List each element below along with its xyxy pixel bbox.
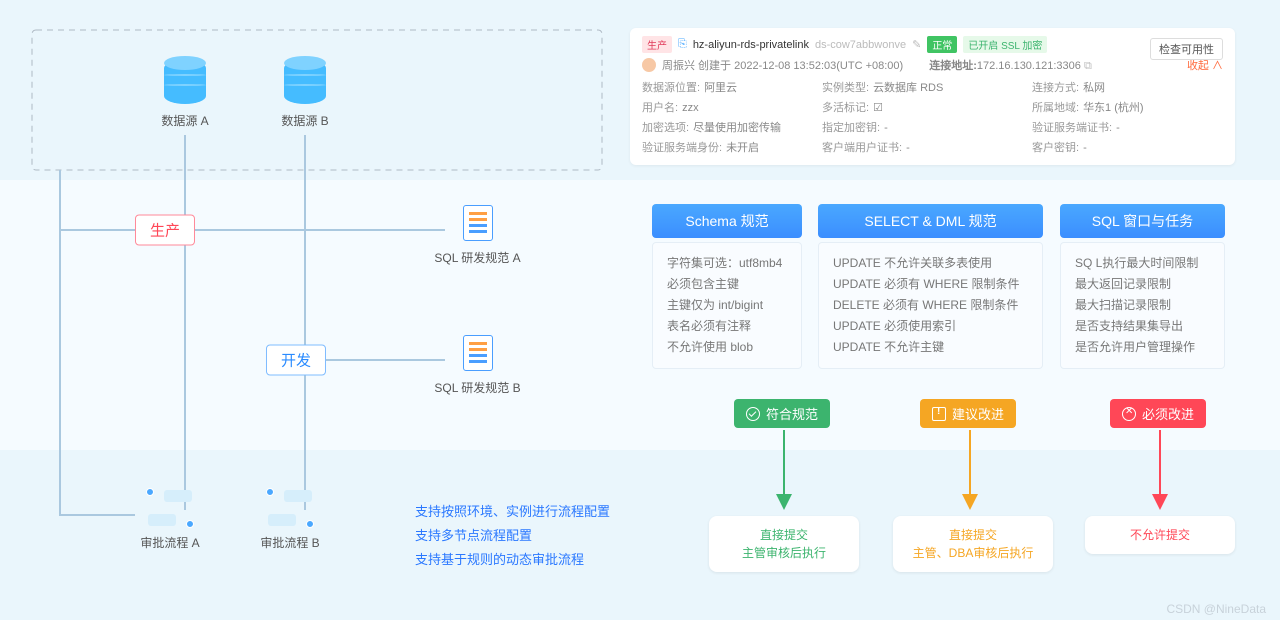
approval-b-label: 审批流程 B — [260, 534, 320, 551]
panel-kv: 实例类型:云数据库 RDS — [822, 79, 1012, 95]
alert-icon — [932, 407, 946, 421]
env-badge: 生产 — [642, 36, 672, 53]
col-schema-body: 字符集可选：utf8mb4必须包含主键主键仅为 int/bigint表名必须有注… — [652, 242, 802, 369]
datasource-detail-panel: 检查可用性 生产 ⎘ hz-aliyun-rds-privatelink ds-… — [630, 28, 1235, 165]
badge-suggest: 建议改进 — [920, 399, 1016, 428]
col-dml-head: SELECT & DML 规范 — [818, 204, 1043, 238]
datasource-a: 数据源 A — [155, 60, 215, 129]
datasource-a-label: 数据源 A — [155, 112, 215, 129]
sql-spec-a: SQL 研发规范 A — [420, 205, 535, 275]
panel-kv: 指定加密钥:- — [822, 119, 1012, 135]
env-tag-dev: 开发 — [266, 345, 326, 376]
spec-item: 字符集可选：utf8mb4 — [667, 253, 787, 274]
datasource-id: ds-cow7abbwonve — [815, 39, 906, 51]
spec-item: UPDATE 不允许关联多表使用 — [833, 253, 1028, 274]
sql-spec-b-label: SQL 研发规范 B — [420, 379, 535, 396]
col-window-head: SQL 窗口与任务 — [1060, 204, 1225, 238]
panel-kv: 连接方式:私网 — [1032, 79, 1172, 95]
spec-item: DELETE 必须有 WHERE 限制条件 — [833, 295, 1028, 316]
col-schema-head: Schema 规范 — [652, 204, 802, 238]
datasource-b: 数据源 B — [275, 60, 335, 129]
col-dml-body: UPDATE 不允许关联多表使用UPDATE 必须有 WHERE 限制条件DEL… — [818, 242, 1043, 369]
spec-item: 不允许使用 blob — [667, 337, 787, 358]
result-must-fix: 不允许提交 — [1085, 516, 1235, 554]
badge-compliant: 符合规范 — [734, 399, 830, 428]
panel-kv: 客户端用户证书:- — [822, 139, 1012, 155]
spec-item: 是否支持结果集导出 — [1075, 316, 1210, 337]
spec-item: 是否允许用户管理操作 — [1075, 337, 1210, 358]
approval-flow-a: 审批流程 A — [140, 488, 200, 551]
spec-item: 最大扫描记录限制 — [1075, 295, 1210, 316]
panel-kv: 加密选项:尽量使用加密传输 — [642, 119, 802, 135]
spec-item: 表名必须有注释 — [667, 316, 787, 337]
spec-item: 必须包含主键 — [667, 274, 787, 295]
check-availability-button[interactable]: 检查可用性 — [1150, 38, 1223, 60]
document-icon — [463, 335, 493, 371]
panel-kv: 多活标记:☑ — [822, 99, 1012, 115]
spec-item: 最大返回记录限制 — [1075, 274, 1210, 295]
x-icon — [1122, 407, 1136, 421]
spec-item: 主键仅为 int/bigint — [667, 295, 787, 316]
creator-line: 周振兴 创建于 2022-12-08 13:52:03(UTC +08:00) — [662, 57, 903, 73]
panel-kv: 客户密钥:- — [1032, 139, 1172, 155]
sql-spec-b: SQL 研发规范 B — [420, 335, 535, 405]
spec-item: UPDATE 不允许主键 — [833, 337, 1028, 358]
result-suggest: 直接提交主管、DBA审核后执行 — [893, 516, 1053, 572]
spec-item: SQ L执行最大时间限制 — [1075, 253, 1210, 274]
result-compliant: 直接提交主管审核后执行 — [709, 516, 859, 572]
approval-a-label: 审批流程 A — [140, 534, 200, 551]
status-badge: 正常 — [927, 36, 957, 53]
approval-flow-b: 审批流程 B — [260, 488, 320, 551]
datasource-b-label: 数据源 B — [275, 112, 335, 129]
sql-spec-a-label: SQL 研发规范 A — [420, 249, 535, 266]
spec-item: UPDATE 必须使用索引 — [833, 316, 1028, 337]
watermark: CSDN @NineData — [1166, 602, 1266, 616]
panel-kv: 验证服务端证书:- — [1032, 119, 1172, 135]
document-icon — [463, 205, 493, 241]
panel-kv: 所属地域:华东1 (杭州) — [1032, 99, 1172, 115]
panel-kv: 数据源位置:阿里云 — [642, 79, 802, 95]
check-icon — [746, 407, 760, 421]
feature-list: 支持按照环境、实例进行流程配置支持多节点流程配置支持基于规则的动态审批流程 — [415, 500, 610, 572]
ssl-badge: 已开启 SSL 加密 — [963, 36, 1047, 53]
panel-kv: 用户名:zzx — [642, 99, 802, 115]
col-window-body: SQ L执行最大时间限制最大返回记录限制最大扫描记录限制是否支持结果集导出是否允… — [1060, 242, 1225, 369]
datasource-name: hz-aliyun-rds-privatelink — [693, 39, 809, 51]
panel-kv: 验证服务端身份:未开启 — [642, 139, 802, 155]
spec-item: UPDATE 必须有 WHERE 限制条件 — [833, 274, 1028, 295]
badge-must-fix: 必须改进 — [1110, 399, 1206, 428]
env-tag-prod: 生产 — [135, 215, 195, 246]
